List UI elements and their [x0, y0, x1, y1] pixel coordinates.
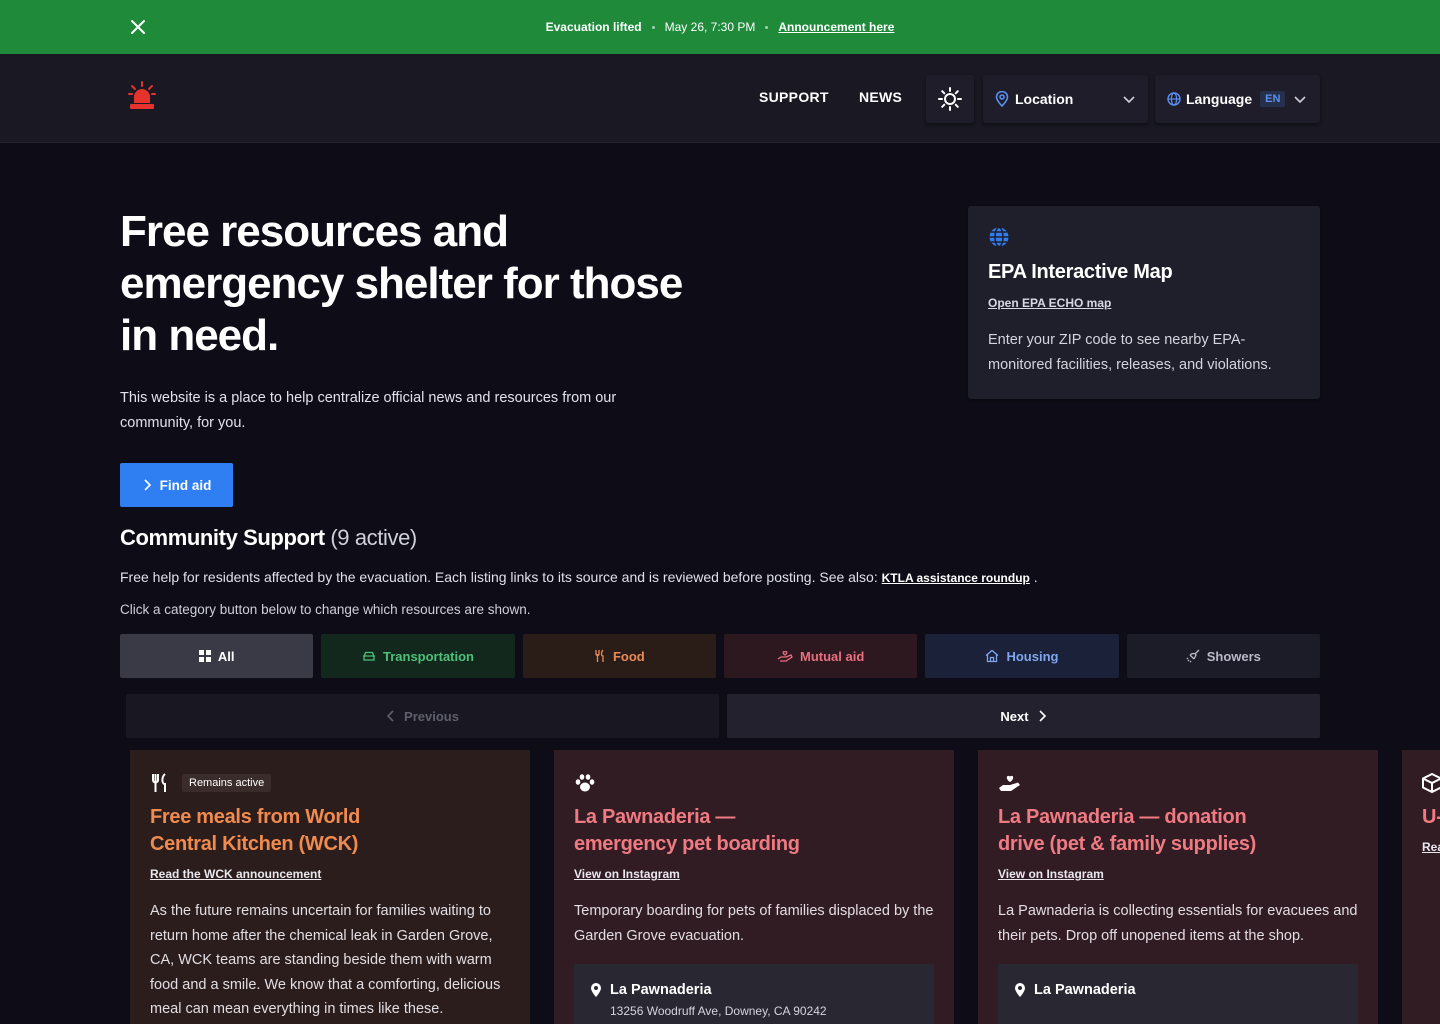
hero-title: Free resources and emergency shelter for…: [120, 207, 683, 360]
next-label: Next: [1000, 708, 1029, 724]
card-source-link[interactable]: Read the WCK announcement: [150, 867, 321, 881]
siren-logo-icon[interactable]: [128, 81, 156, 111]
community-title-text: Community Support: [120, 525, 325, 550]
category-mutual-aid-button[interactable]: Mutual aid: [723, 634, 918, 678]
chevron-down-icon: [1294, 96, 1306, 104]
hand-heart-icon: [999, 775, 1020, 791]
card-title: La Pawnaderia — donation drive (pet & fa…: [998, 806, 1257, 855]
language-code-badge: EN: [1260, 91, 1286, 107]
previous-label: Previous: [404, 708, 459, 724]
ktla-roundup-link[interactable]: KTLA assistance roundup: [882, 571, 1030, 585]
banner-datetime: May 26, 7:30 PM: [664, 20, 756, 34]
epa-map-link[interactable]: Open EPA ECHO map: [988, 296, 1111, 310]
utensils-icon: [595, 649, 604, 662]
category-label: Housing: [1006, 648, 1059, 664]
location-box: La Pawnaderia: [998, 964, 1358, 1024]
resource-card: Remains active Free meals from World Cen…: [130, 750, 530, 1024]
category-label: All: [217, 648, 235, 664]
chevron-down-icon: [1123, 96, 1135, 104]
chevron-right-icon: [144, 479, 151, 491]
category-label: Transportation: [382, 648, 474, 664]
shower-icon: [1186, 649, 1200, 663]
previous-button[interactable]: Previous: [126, 694, 719, 738]
resource-card: La Pawnaderia — donation drive (pet & fa…: [978, 750, 1378, 1024]
next-button[interactable]: Next: [727, 694, 1320, 738]
status-badge: Remains active: [182, 774, 272, 792]
card-title: Free meals from World Central Kitchen (W…: [150, 806, 361, 855]
utensils-icon: [152, 773, 166, 792]
location-label: Location: [1015, 91, 1074, 107]
category-label: Showers: [1206, 648, 1261, 664]
epa-map-card: EPA Interactive Map Open EPA ECHO map En…: [968, 206, 1320, 399]
language-label: Language: [1186, 91, 1253, 107]
epa-description: Enter your ZIP code to see nearby EPA-mo…: [988, 332, 1272, 373]
card-description: As the future remains uncertain for fami…: [150, 903, 501, 1017]
close-icon[interactable]: [128, 17, 148, 37]
category-food-button[interactable]: Food: [522, 634, 716, 678]
theme-toggle-button[interactable]: [926, 75, 974, 123]
category-all-button[interactable]: All: [120, 634, 314, 678]
chevron-left-icon: [386, 710, 394, 722]
house-icon: [986, 649, 999, 663]
paw-icon: [575, 774, 595, 792]
category-housing-button[interactable]: Housing: [925, 634, 1119, 678]
nav-support-link[interactable]: SUPPORT: [759, 89, 829, 105]
community-support-title: Community Support (9 active): [120, 525, 417, 551]
location-name: La Pawnaderia: [610, 982, 712, 998]
separator-dot: [765, 25, 769, 29]
location-select[interactable]: Location: [983, 75, 1148, 123]
find-aid-label: Find aid: [159, 477, 212, 493]
car-icon: [362, 651, 375, 661]
location-box: La Pawnaderia 13256 Woodruff Ave, Downey…: [574, 964, 934, 1024]
box-icon: [1422, 773, 1440, 793]
map-pin-icon: [995, 91, 1009, 107]
separator-dot: [651, 25, 655, 29]
card-source-link[interactable]: View on Instagram: [574, 867, 680, 881]
card-source-link[interactable]: Rea: [1422, 840, 1440, 854]
card-source-link[interactable]: View on Instagram: [998, 867, 1104, 881]
grid-icon: [198, 650, 211, 662]
category-showers-button[interactable]: Showers: [1126, 634, 1320, 678]
category-filter-bar: All Transportation Food Mutual aid Housi…: [120, 634, 1320, 678]
description-period: .: [1033, 569, 1038, 585]
globe-icon: [989, 226, 1009, 248]
card-description: Temporary boarding for pets of families …: [574, 903, 934, 944]
nav-news-link[interactable]: NEWS: [859, 89, 902, 105]
active-count: (9 active): [330, 525, 417, 550]
find-aid-button[interactable]: Find aid: [120, 463, 233, 507]
category-hint: Click a category button below to change …: [120, 602, 531, 617]
category-label: Mutual aid: [800, 648, 865, 664]
location-address: 13256 Woodruff Ave, Downey, CA 90242: [610, 1004, 827, 1018]
card-description: La Pawnaderia is collecting essentials f…: [998, 903, 1358, 944]
community-description: Free help for residents affected by the …: [120, 569, 1038, 585]
card-title: La Pawnaderia — emergency pet boarding: [574, 806, 800, 855]
language-select[interactable]: Language EN: [1155, 75, 1320, 123]
community-description-text: Free help for residents affected by the …: [120, 569, 878, 585]
card-title: U-: [1422, 806, 1440, 828]
map-pin-icon: [1015, 983, 1025, 997]
announcement-banner: Evacuation lifted May 26, 7:30 PM Announ…: [0, 0, 1440, 54]
hand-heart-icon: [777, 650, 793, 662]
category-label: Food: [612, 648, 645, 664]
banner-status: Evacuation lifted: [545, 20, 642, 34]
site-header: SUPPORT NEWS Location Language EN: [0, 54, 1440, 143]
banner-content: Evacuation lifted May 26, 7:30 PM Announ…: [546, 20, 895, 34]
sun-icon: [938, 87, 962, 111]
category-transportation-button[interactable]: Transportation: [321, 634, 515, 678]
chevron-right-icon: [1039, 710, 1046, 722]
banner-announcement-link[interactable]: Announcement here: [778, 20, 894, 34]
resource-card: La Pawnaderia — emergency pet boarding V…: [554, 750, 954, 1024]
map-pin-icon: [591, 983, 601, 997]
hero-subtitle: This website is a place to help centrali…: [120, 390, 617, 431]
location-name: La Pawnaderia: [1034, 982, 1136, 998]
resource-card: U- Rea: [1402, 750, 1440, 1024]
globe-icon: [1167, 92, 1181, 106]
epa-title: EPA Interactive Map: [988, 261, 1173, 283]
